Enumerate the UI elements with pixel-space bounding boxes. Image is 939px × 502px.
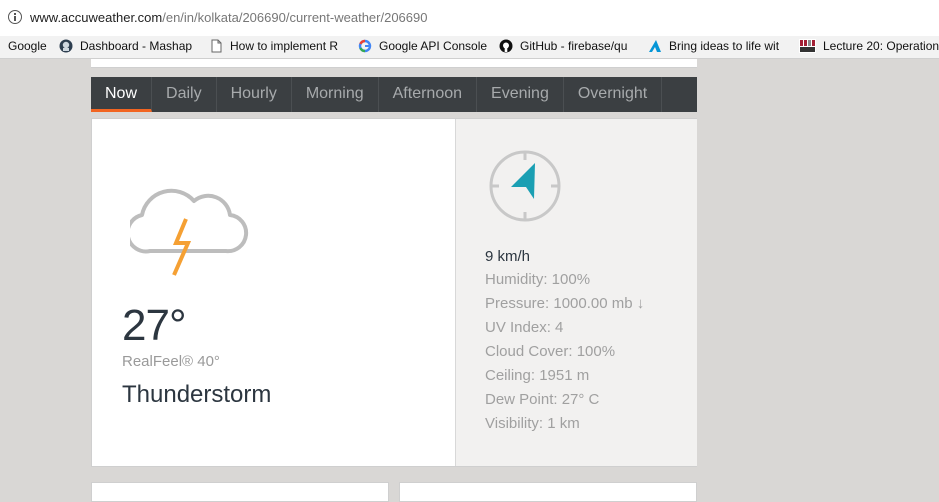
- bookmark-google[interactable]: Google: [8, 39, 47, 53]
- bookmark-mashape[interactable]: Dashboard - Mashape: [59, 39, 192, 53]
- next-card-left: [91, 482, 389, 502]
- details-list: Humidity: 100% Pressure: 1000.00 mb ↓ UV…: [485, 271, 644, 439]
- bookmark-google-api-console[interactable]: Google API Console: [358, 39, 487, 53]
- wind-speed: 9 km/h: [485, 248, 531, 265]
- bookmark-label: Dashboard - Mashape: [80, 39, 192, 53]
- bookmark-autodesk[interactable]: Bring ideas to life wit: [648, 39, 783, 53]
- info-icon[interactable]: [8, 10, 22, 24]
- thunderstorm-icon: [125, 167, 250, 287]
- cloud-cover: Cloud Cover: 100%: [485, 343, 616, 360]
- tab-hourly[interactable]: Hourly: [217, 77, 292, 112]
- bookmark-label: Lecture 20: Operation: [823, 39, 939, 53]
- bookmark-label: Bring ideas to life wit: [669, 39, 780, 53]
- tab-evening[interactable]: Evening: [477, 77, 564, 112]
- tab-now[interactable]: Now: [91, 77, 153, 112]
- details-panel: 9 km/h Humidity: 100% Pressure: 1000.00 …: [455, 119, 697, 466]
- pressure: Pressure: 1000.00 mb ↓: [485, 295, 645, 312]
- bookmark-label: GitHub - firebase/qu: [520, 39, 628, 53]
- mashape-icon: [59, 39, 73, 53]
- current-conditions-card: 27° RealFeel® 40° Thunderstorm 9 km/h Hu…: [91, 118, 697, 467]
- bookmarks-bar: Google Dashboard - Mashape How to implem…: [0, 36, 939, 59]
- forecast-tabs: Now Daily Hourly Morning Afternoon Eveni…: [91, 77, 697, 112]
- wind-compass-icon: [488, 149, 562, 228]
- dew-point: Dew Point: 27° C: [485, 391, 600, 408]
- url-host: www.accuweather.com: [30, 10, 163, 25]
- github-icon: [499, 39, 513, 53]
- url-text[interactable]: www.accuweather.com/en/in/kolkata/206690…: [30, 10, 427, 25]
- ceiling: Ceiling: 1951 m: [485, 367, 590, 384]
- address-bar[interactable]: www.accuweather.com/en/in/kolkata/206690…: [0, 0, 939, 37]
- current-summary: 27° RealFeel® 40° Thunderstorm: [92, 119, 455, 466]
- next-card-right: [399, 482, 697, 502]
- visibility: Visibility: 1 km: [485, 415, 580, 432]
- tab-overnight[interactable]: Overnight: [564, 77, 663, 112]
- bookmark-mit-lecture[interactable]: Lecture 20: Operation: [799, 39, 939, 53]
- bookmark-how-to-implement[interactable]: How to implement R: [209, 39, 346, 53]
- bookmark-label: How to implement R: [230, 39, 339, 53]
- mit-ocw-icon: [799, 39, 816, 53]
- url-path: /en/in/kolkata/206690/current-weather/20…: [162, 10, 428, 25]
- bookmark-label: Google: [8, 39, 47, 53]
- tab-morning[interactable]: Morning: [292, 77, 379, 112]
- weather-phrase: Thunderstorm: [122, 381, 272, 408]
- realfeel: RealFeel® 40°: [122, 353, 220, 370]
- uv-index: UV Index: 4: [485, 319, 564, 336]
- tab-afternoon[interactable]: Afternoon: [379, 77, 478, 112]
- previous-panel-edge: [91, 59, 697, 68]
- humidity: Humidity: 100%: [485, 271, 591, 288]
- temperature: 27°: [122, 301, 187, 350]
- bookmark-label: Google API Console: [379, 39, 488, 53]
- tab-daily[interactable]: Daily: [152, 77, 217, 112]
- page-icon: [209, 39, 223, 53]
- autodesk-icon: [648, 39, 662, 53]
- bookmark-github[interactable]: GitHub - firebase/qu: [499, 39, 636, 53]
- google-g-icon: [358, 39, 372, 53]
